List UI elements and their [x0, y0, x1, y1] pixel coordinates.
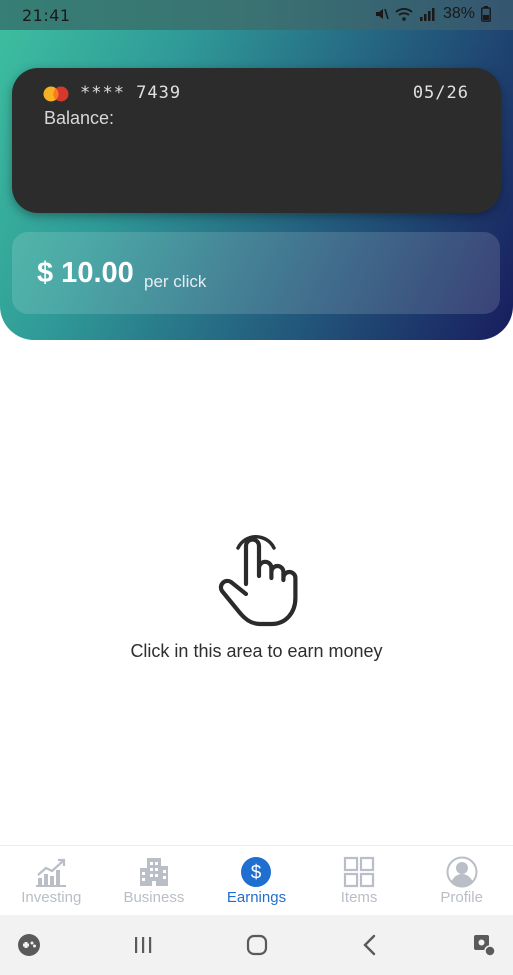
assistant-button[interactable]: [471, 932, 497, 958]
home-button[interactable]: [244, 932, 270, 958]
nav-items-label: Items: [340, 889, 378, 906]
grid-icon: [343, 856, 375, 888]
signal-icon: [419, 8, 435, 21]
nav-investing[interactable]: Investing: [0, 846, 103, 915]
header-panel: 21:41 38% **** 7439 05/26 Balance: $ 10.…: [0, 0, 513, 340]
nav-earnings-label: Earnings: [226, 889, 287, 906]
system-navigation-bar: [0, 915, 513, 975]
bottom-navigation: Investing Business $ Earnings Items Prof…: [0, 845, 513, 915]
status-bar: 21:41 38%: [0, 0, 513, 30]
user-avatar-icon: [446, 856, 478, 888]
nav-business-label: Business: [123, 889, 185, 906]
status-time: 21:41: [22, 6, 71, 25]
game-launcher-button[interactable]: [16, 932, 42, 958]
mastercard-icon: [43, 86, 69, 102]
bank-card[interactable]: **** 7439 05/26 Balance:: [12, 68, 501, 213]
buildings-icon: [139, 858, 168, 886]
wifi-icon: [395, 8, 413, 21]
tap-to-earn-area[interactable]: Click in this area to earn money: [0, 340, 513, 845]
nav-business[interactable]: Business: [103, 846, 206, 915]
recent-apps-button[interactable]: [130, 932, 156, 958]
back-icon: [363, 934, 376, 956]
nav-investing-label: Investing: [21, 889, 82, 906]
chart-growth-icon: [36, 858, 67, 887]
earnings-amount: $ 10.00: [37, 257, 134, 289]
home-icon: [246, 934, 267, 956]
nav-profile-label: Profile: [440, 889, 483, 906]
balance-label: Balance:: [44, 108, 115, 128]
earnings-unit: per click: [144, 272, 207, 291]
battery-icon: [481, 6, 491, 22]
tap-hint-text: Click in this area to earn money: [130, 641, 383, 661]
back-button[interactable]: [357, 932, 383, 958]
tap-hand-icon: [218, 535, 298, 627]
recent-apps-icon: [134, 937, 151, 953]
mute-icon: [375, 8, 389, 20]
assistant-icon: [474, 935, 496, 957]
game-launcher-icon: [18, 934, 40, 956]
card-number: **** 7439: [80, 83, 182, 103]
nav-profile[interactable]: Profile: [410, 846, 513, 915]
svg-text:$: $: [251, 863, 262, 884]
earnings-rate-panel: $ 10.00 per click: [12, 232, 500, 314]
nav-earnings[interactable]: $ Earnings: [205, 846, 308, 915]
nav-items[interactable]: Items: [308, 846, 411, 915]
dollar-circle-icon: $: [241, 857, 272, 887]
status-indicators: 38%: [373, 5, 491, 23]
card-expiry: 05/26: [412, 83, 469, 103]
battery-level: 38%: [442, 5, 475, 22]
